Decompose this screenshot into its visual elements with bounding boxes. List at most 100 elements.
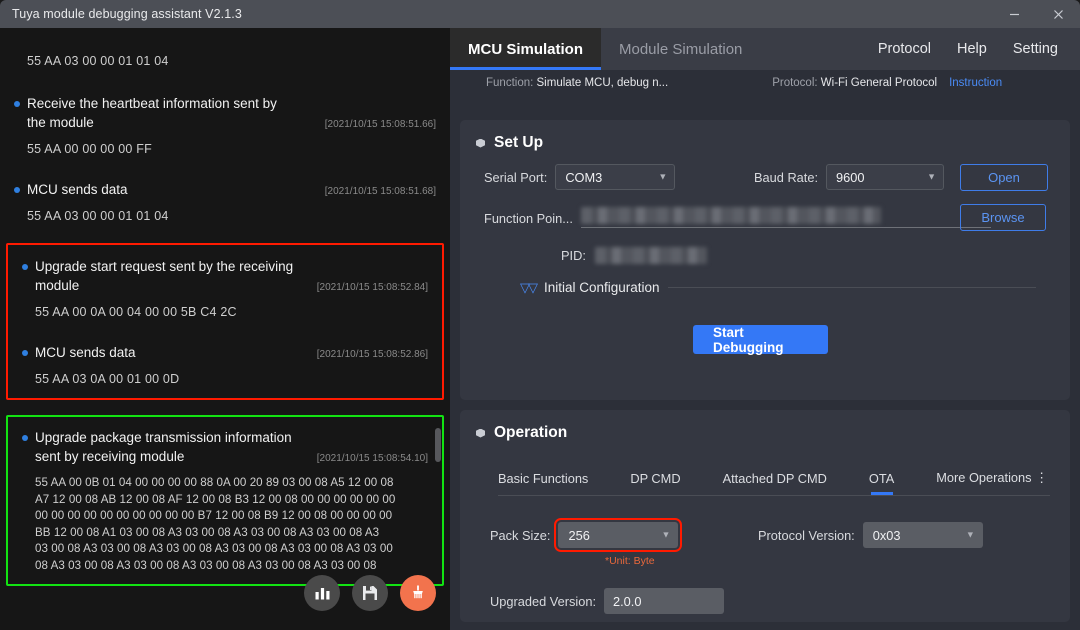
serial-port-select[interactable]: COM3 ▼ <box>555 164 676 190</box>
browse-button[interactable]: Browse <box>960 204 1046 231</box>
instruction-link[interactable]: Instruction <box>949 77 1002 89</box>
close-button[interactable] <box>1036 0 1080 28</box>
window-title: Tuya module debugging assistant V2.1.3 <box>12 7 242 21</box>
title-bar: Tuya module debugging assistant V2.1.3 <box>0 0 1080 28</box>
log-timestamp: [2021/10/15 15:08:52.86] <box>316 349 428 360</box>
operation-tab-bar: Basic Functions DP CMD Attached DP CMD O… <box>498 470 1050 496</box>
initial-configuration-row[interactable]: ▽▽ Initial Configuration <box>520 280 1036 295</box>
baud-rate-select[interactable]: 9600 ▼ <box>826 164 945 190</box>
right-panel: MCU Simulation Module Simulation Protoco… <box>450 28 1080 630</box>
clear-button[interactable] <box>400 575 436 611</box>
function-point-input[interactable] <box>580 207 991 228</box>
minimize-icon <box>1009 13 1019 15</box>
statistics-button[interactable] <box>304 575 340 611</box>
log-list: 55 AA 03 00 00 01 01 04 Receive the hear… <box>0 28 450 586</box>
protocol-label: Protocol: <box>772 77 818 89</box>
bullet-icon <box>22 435 28 441</box>
function-value: Simulate MCU, debug n... <box>536 77 669 89</box>
log-payload: 55 AA 03 00 00 01 01 04 <box>27 54 169 68</box>
protocol-info: Protocol: Wi-Fi General Protocol <box>772 77 937 89</box>
start-debugging-row: Start Debugging <box>693 324 828 355</box>
operation-tabs: Basic Functions DP CMD Attached DP CMD O… <box>498 470 1050 495</box>
menu-item-setting[interactable]: Setting <box>1013 41 1058 57</box>
operation-tabs-divider <box>498 495 1050 496</box>
protocol-version-row: Protocol Version: 0x03 ▼ <box>758 522 983 548</box>
log-scrollbar[interactable] <box>434 28 442 630</box>
log-payload: 55 AA 03 00 00 01 01 04 <box>27 209 169 223</box>
log-item: MCU sends data [2021/10/15 15:08:51.68] … <box>0 158 450 225</box>
function-point-label: Function Poin... <box>484 211 573 226</box>
tab-module-simulation[interactable]: Module Simulation <box>601 28 760 70</box>
operation-card: Operation Basic Functions DP CMD Attache… <box>460 410 1070 622</box>
tab-label: MCU Simulation <box>468 40 583 58</box>
pack-size-value: 256 <box>568 527 590 543</box>
upgraded-version-input[interactable]: 2.0.0 <box>604 588 724 614</box>
application-window: Tuya module debugging assistant V2.1.3 5… <box>0 0 1080 630</box>
optab-dp-cmd[interactable]: DP CMD <box>630 471 680 495</box>
window-controls <box>992 0 1080 28</box>
function-info: Function: Simulate MCU, debug n... <box>486 77 668 89</box>
pack-size-unit-note: *Unit: Byte <box>605 555 655 567</box>
operation-title-text: Operation <box>494 424 568 441</box>
menu-item-protocol[interactable]: Protocol <box>878 41 931 57</box>
tab-label: Module Simulation <box>619 40 743 58</box>
save-button[interactable] <box>352 575 388 611</box>
log-panel[interactable]: 55 AA 03 00 00 01 01 04 Receive the hear… <box>0 28 450 630</box>
optab-basic-functions[interactable]: Basic Functions <box>498 471 588 495</box>
close-icon <box>1053 9 1063 19</box>
log-item: Upgrade start request sent by the receiv… <box>16 251 434 321</box>
browse-button-label: Browse <box>981 210 1025 225</box>
optab-label: Attached DP CMD <box>722 471 827 486</box>
minimize-button[interactable] <box>992 0 1036 28</box>
pid-label: PID: <box>561 248 586 263</box>
floppy-disk-icon <box>363 586 377 600</box>
log-highlight-green: Upgrade package transmission information… <box>6 415 444 586</box>
baud-rate-row: Baud Rate: 9600 ▼ <box>754 164 945 190</box>
optab-ota[interactable]: OTA <box>869 471 894 495</box>
log-payload: 55 AA 00 0A 00 04 00 00 5B C4 2C <box>35 305 237 319</box>
optab-label: Basic Functions <box>498 471 589 486</box>
log-payload: 55 AA 00 00 00 00 FF <box>27 142 152 156</box>
upgraded-version-value: 2.0.0 <box>613 593 642 609</box>
tab-mcu-simulation[interactable]: MCU Simulation <box>450 28 601 70</box>
open-button-row: Open <box>960 164 1048 191</box>
function-label: Function: <box>486 77 534 89</box>
log-timestamp: [2021/10/15 15:08:51.66] <box>324 119 436 130</box>
pack-size-select[interactable]: 256 ▼ <box>554 518 683 552</box>
operation-card-title: Operation <box>460 410 1070 442</box>
chevron-down-icon: ▼ <box>965 529 975 540</box>
chevron-down-icon: ▼ <box>661 529 671 540</box>
menu-item-help[interactable]: Help <box>957 41 987 57</box>
log-timestamp: [2021/10/15 15:08:54.10] <box>316 453 428 464</box>
setup-title-text: Set Up <box>494 134 544 151</box>
bullet-icon <box>22 264 28 270</box>
log-payload: 55 AA 00 0B 01 04 00 00 00 00 88 0A 00 2… <box>35 476 396 572</box>
log-scrollbar-thumb[interactable] <box>435 428 441 462</box>
start-debugging-label: Start Debugging <box>713 324 784 355</box>
main-tab-bar: MCU Simulation Module Simulation Protoco… <box>450 28 1080 70</box>
log-timestamp: [2021/10/15 15:08:51.68] <box>324 186 436 197</box>
log-timestamp: [2021/10/15 15:08:52.84] <box>316 282 428 293</box>
pack-size-label: Pack Size: <box>490 527 551 543</box>
chevron-down-icon: ▼ <box>927 171 937 182</box>
protocol-version-select[interactable]: 0x03 ▼ <box>862 522 983 548</box>
serial-port-value: COM3 <box>565 169 603 185</box>
log-title: MCU sends data <box>35 345 136 360</box>
divider <box>667 287 1036 288</box>
serial-port-row: Serial Port: COM3 ▼ <box>484 164 676 190</box>
log-payload: 55 AA 03 0A 00 01 00 0D <box>35 372 180 386</box>
chevron-double-down-icon: ▽▽ <box>520 280 538 295</box>
serial-port-label: Serial Port: <box>484 169 548 185</box>
log-header: Upgrade package transmission information… <box>22 426 428 466</box>
log-header: MCU sends data [2021/10/15 15:08:52.86] <box>22 341 428 362</box>
protocol-version-label: Protocol Version: <box>758 527 855 543</box>
log-item: Upgrade package transmission information… <box>16 423 434 574</box>
open-button[interactable]: Open <box>960 164 1048 191</box>
log-header: MCU sends data [2021/10/15 15:08:51.68] <box>14 178 436 199</box>
optab-attached-dp-cmd[interactable]: Attached DP CMD <box>723 471 827 495</box>
optab-more-operations[interactable]: More Operations ⋮ <box>936 470 1048 495</box>
start-debugging-button[interactable]: Start Debugging <box>693 324 828 355</box>
log-title: MCU sends data <box>27 182 128 197</box>
setup-card: Set Up Serial Port: COM3 ▼ Baud Rate: 96… <box>460 120 1070 400</box>
menu-bar: Protocol Help Setting <box>878 28 1080 70</box>
